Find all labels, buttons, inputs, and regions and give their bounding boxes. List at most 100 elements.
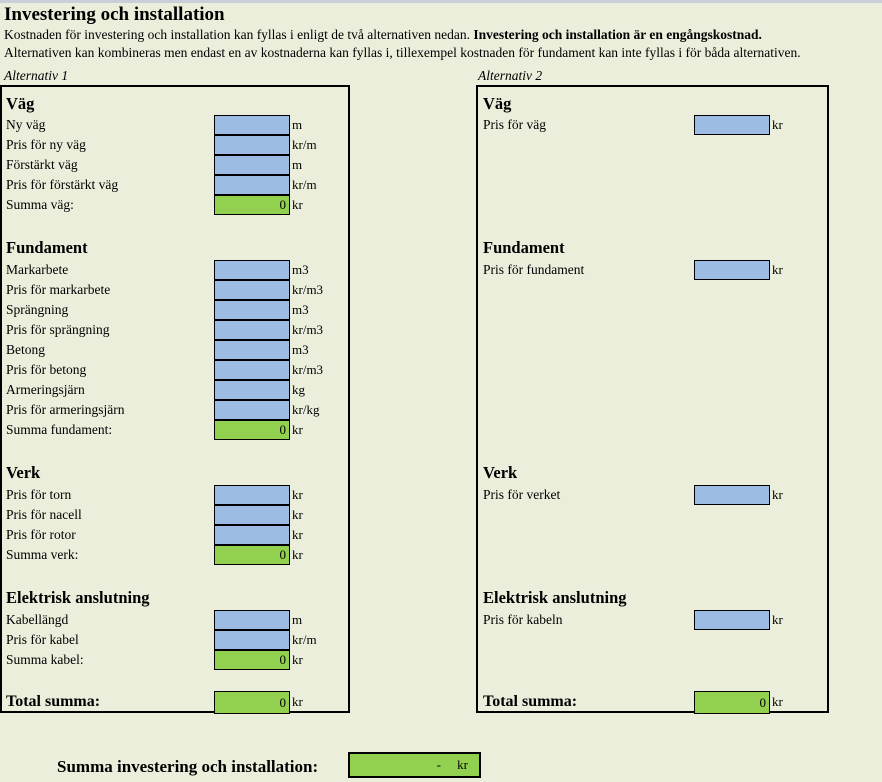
unit-label-fundament-2: m3 — [292, 302, 309, 317]
total-summa-unit: kr — [772, 694, 783, 709]
unit-label-verk-1: kr — [292, 507, 303, 522]
unit-label-fundament-3: kr/m3 — [292, 322, 324, 337]
input-cell-elektrisk-0[interactable] — [214, 610, 290, 630]
unit-label-fundament-0: m3 — [292, 262, 309, 277]
row-label-fundament-2: Sprängning — [6, 302, 69, 317]
input-cell-verk-0[interactable] — [214, 485, 290, 505]
row-label-fundament-6: Armeringsjärn — [6, 382, 85, 397]
row-label-vag-0: Ny väg — [6, 117, 46, 132]
row-label-fundament-4: Betong — [6, 342, 45, 357]
row-label-verk-0: Pris för verket — [483, 487, 561, 502]
input-cell-verk-1[interactable] — [214, 505, 290, 525]
input-cell-fundament-6[interactable] — [214, 380, 290, 400]
section-title-verk: Verk — [6, 463, 41, 482]
total-summa-cell: 0 — [694, 691, 770, 714]
total-summa-label: Total summa: — [6, 693, 101, 710]
row-label-fundament-7: Pris för armeringsjärn — [6, 402, 125, 417]
total-summa-label: Total summa: — [483, 693, 578, 710]
row-label-fundament-3: Pris för sprängning — [6, 322, 110, 337]
input-cell-verk-0[interactable] — [694, 485, 770, 505]
input-cell-fundament-0[interactable] — [214, 260, 290, 280]
intro-paragraph-2: Alternativen kan kombineras men endast e… — [4, 45, 801, 60]
unit-label-verk-3: kr — [292, 547, 303, 562]
intro-paragraph-1: Kostnaden för investering och installati… — [4, 26, 878, 44]
unit-label-fundament-1: kr/m3 — [292, 282, 324, 297]
row-label-elektrisk-0: Kabellängd — [6, 612, 69, 627]
row-label-vag-2: Förstärkt väg — [6, 157, 78, 172]
input-cell-vag-3[interactable] — [214, 175, 290, 195]
section-title-vag: Väg — [6, 94, 35, 113]
unit-label-fundament-8: kr — [292, 422, 303, 437]
unit-label-fundament-6: kg — [292, 382, 305, 397]
unit-label-fundament-0: kr — [772, 262, 783, 277]
section-title-fundament: Fundament — [483, 238, 565, 257]
unit-label-elektrisk-1: kr/m — [292, 632, 317, 647]
alternativ-1-panel: Väg Ny väg m Pris för ny väg kr/m Förstärkt v… — [0, 85, 350, 714]
input-cell-fundament-1[interactable] — [214, 280, 290, 300]
total-summa-unit: kr — [292, 694, 303, 709]
row-label-verk-0: Pris för torn — [6, 487, 72, 502]
row-label-fundament-5: Pris för betong — [6, 362, 87, 377]
unit-label-elektrisk-2: kr — [292, 652, 303, 667]
row-label-verk-1: Pris för nacell — [6, 507, 82, 522]
unit-label-verk-2: kr — [292, 527, 303, 542]
page-title: Investering och installation — [4, 4, 225, 25]
input-cell-fundament-3[interactable] — [214, 320, 290, 340]
unit-label-vag-1: kr/m — [292, 137, 317, 152]
row-label-elektrisk-0: Pris för kabeln — [483, 612, 563, 627]
sum-cell-elektrisk-2: 0 — [214, 650, 290, 670]
row-label-verk-2: Pris för rotor — [6, 527, 76, 542]
unit-label-verk-0: kr — [772, 487, 783, 502]
input-cell-fundament-4[interactable] — [214, 340, 290, 360]
alternativ-2-panel: Väg Pris för väg kr Fundament Pris för funda… — [476, 85, 829, 714]
section-title-elektrisk: Elektrisk anslutning — [6, 588, 150, 607]
row-label-fundament-0: Markarbete — [6, 262, 69, 277]
intro-paragraph-1-plain: Kostnaden för investering och installati… — [4, 27, 474, 42]
unit-label-vag-0: kr — [772, 117, 783, 132]
page-header: Investering och installation Kostnaden f… — [4, 3, 878, 62]
unit-label-elektrisk-0: m — [292, 612, 303, 627]
unit-label-vag-3: kr/m — [292, 177, 317, 192]
input-cell-vag-0[interactable] — [694, 115, 770, 135]
alternativ-1-caption: Alternativ 1 — [4, 68, 69, 83]
total-summa-cell: 0 — [214, 691, 290, 714]
input-cell-vag-0[interactable] — [214, 115, 290, 135]
input-cell-fundament-5[interactable] — [214, 360, 290, 380]
input-cell-verk-2[interactable] — [214, 525, 290, 545]
row-label-fundament-8: Summa fundament: — [6, 422, 113, 437]
input-cell-vag-1[interactable] — [214, 135, 290, 155]
unit-label-verk-0: kr — [292, 487, 303, 502]
input-cell-fundament-0[interactable] — [694, 260, 770, 280]
unit-label-vag-4: kr — [292, 197, 303, 212]
input-cell-fundament-7[interactable] — [214, 400, 290, 420]
summa-investering-unit: kr — [457, 757, 468, 772]
row-label-verk-3: Summa verk: — [6, 547, 79, 562]
row-label-vag-4: Summa väg: — [6, 197, 74, 212]
sum-cell-vag-4: 0 — [214, 195, 290, 215]
summa-investering-cell: - kr — [348, 752, 481, 778]
section-title-elektrisk: Elektrisk anslutning — [483, 588, 627, 607]
section-title-vag: Väg — [483, 94, 512, 113]
input-cell-fundament-2[interactable] — [214, 300, 290, 320]
input-cell-vag-2[interactable] — [214, 155, 290, 175]
unit-label-fundament-4: m3 — [292, 342, 309, 357]
section-title-fundament: Fundament — [6, 238, 88, 257]
row-label-fundament-1: Pris för markarbete — [6, 282, 111, 297]
unit-label-fundament-7: kr/kg — [292, 402, 320, 417]
summa-investering-value: - — [436, 757, 441, 772]
sum-cell-fundament-8: 0 — [214, 420, 290, 440]
unit-label-vag-0: m — [292, 117, 303, 132]
sum-cell-verk-3: 0 — [214, 545, 290, 565]
unit-label-elektrisk-0: kr — [772, 612, 783, 627]
row-label-vag-0: Pris för väg — [483, 117, 546, 132]
row-label-elektrisk-1: Pris för kabel — [6, 632, 79, 647]
row-label-vag-1: Pris för ny väg — [6, 137, 86, 152]
row-label-fundament-0: Pris för fundament — [483, 262, 585, 277]
section-title-verk: Verk — [483, 463, 518, 482]
row-label-elektrisk-2: Summa kabel: — [6, 652, 84, 667]
alternativ-2-caption: Alternativ 2 — [478, 68, 543, 83]
input-cell-elektrisk-0[interactable] — [694, 610, 770, 630]
input-cell-elektrisk-1[interactable] — [214, 630, 290, 650]
summa-investering-label: Summa investering och installation: — [57, 757, 319, 776]
unit-label-vag-2: m — [292, 157, 303, 172]
